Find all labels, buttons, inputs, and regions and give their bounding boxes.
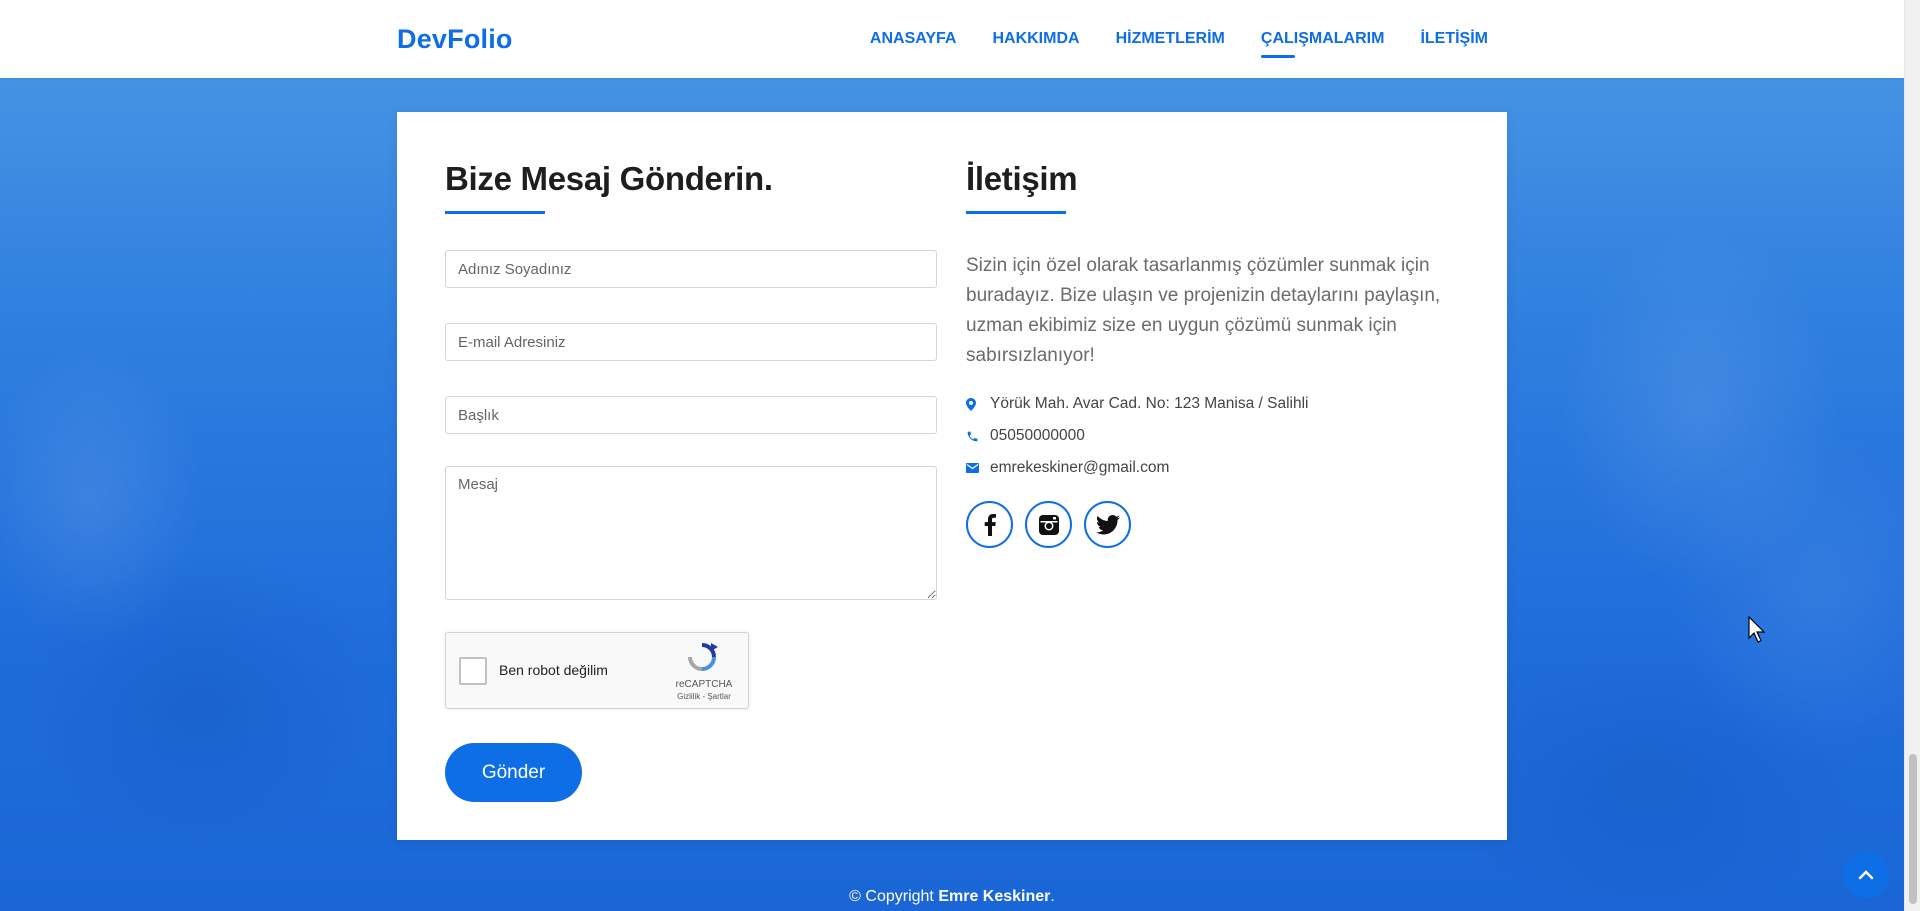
nav-item-hizmetlerim[interactable]: HİZMETLERİM [1116,30,1225,58]
facebook-link[interactable] [966,501,1013,548]
mouse-cursor-icon [1748,616,1766,643]
phone-icon [966,430,990,443]
scrollbar-thumb[interactable] [1909,754,1917,904]
nav-item-anasayfa[interactable]: ANASAYFA [870,30,957,58]
contact-description: Sizin için özel olarak tasarlanmış çözüm… [966,255,1441,366]
social-links [966,501,1458,548]
form-title: Bize Mesaj Gönderin. [445,160,773,214]
page-scrollbar[interactable] [1904,0,1920,911]
recaptcha-widget: Ben robot değilim reCAPTCHA Gizlilik - Ş… [445,632,749,709]
site-footer: © Copyright Emre Keskiner. [0,888,1904,906]
email-text: emrekeskiner@gmail.com [990,459,1170,476]
recaptcha-terms-link[interactable]: Gizlilik - Şartlar [674,692,734,701]
recaptcha-label: Ben robot değilim [499,662,608,678]
nav-item-iletisim[interactable]: İLETİŞİM [1420,30,1488,58]
back-to-top-button[interactable] [1843,852,1889,898]
twitter-link[interactable] [1084,501,1131,548]
recaptcha-logo-icon [688,643,718,671]
nav-item-calismalarim[interactable]: ÇALIŞMALARIM [1260,30,1384,58]
contact-form: Ben robot değilim reCAPTCHA Gizlilik - Ş… [445,250,937,802]
message-textarea[interactable] [445,466,937,600]
contact-form-column: Bize Mesaj Gönderin. Ben robot değilim r… [445,160,937,802]
contact-info-column: İletişim Sizin için özel olarak tasarlan… [966,160,1458,548]
instagram-link[interactable] [1025,501,1072,548]
phone-item: 05050000000 [966,420,1458,452]
contact-title: İletişim [966,160,1078,214]
address-item: Yörük Mah. Avar Cad. No: 123 Manisa / Sa… [966,388,1458,420]
address-text: Yörük Mah. Avar Cad. No: 123 Manisa / Sa… [990,395,1309,412]
recaptcha-brand: reCAPTCHA [675,679,733,690]
chevron-up-icon [1858,870,1874,880]
submit-button[interactable]: Gönder [445,743,582,802]
phone-text: 05050000000 [990,427,1085,444]
contact-card: Bize Mesaj Gönderin. Ben robot değilim r… [397,112,1507,840]
copyright-suffix: . [1050,888,1055,905]
nav-item-hakkimda[interactable]: HAKKIMDA [992,30,1079,58]
map-pin-icon [966,397,990,411]
email-item: emrekeskiner@gmail.com [966,452,1458,484]
instagram-icon [1038,514,1059,535]
copyright-prefix: © Copyright [849,888,934,905]
envelope-icon [966,463,990,473]
recaptcha-checkbox[interactable] [459,657,487,685]
copyright-author: Emre Keskiner [938,888,1051,905]
subject-input[interactable] [445,396,937,434]
site-header: DevFolio ANASAYFA HAKKIMDA HİZMETLERİM Ç… [0,0,1904,78]
name-input[interactable] [445,250,937,288]
main-nav: ANASAYFA HAKKIMDA HİZMETLERİM ÇALIŞMALAR… [870,30,1488,58]
twitter-icon [1095,514,1120,534]
contact-info-list: Yörük Mah. Avar Cad. No: 123 Manisa / Sa… [966,388,1458,484]
facebook-icon [984,513,996,536]
site-logo[interactable]: DevFolio [397,24,513,55]
email-input[interactable] [445,323,937,361]
